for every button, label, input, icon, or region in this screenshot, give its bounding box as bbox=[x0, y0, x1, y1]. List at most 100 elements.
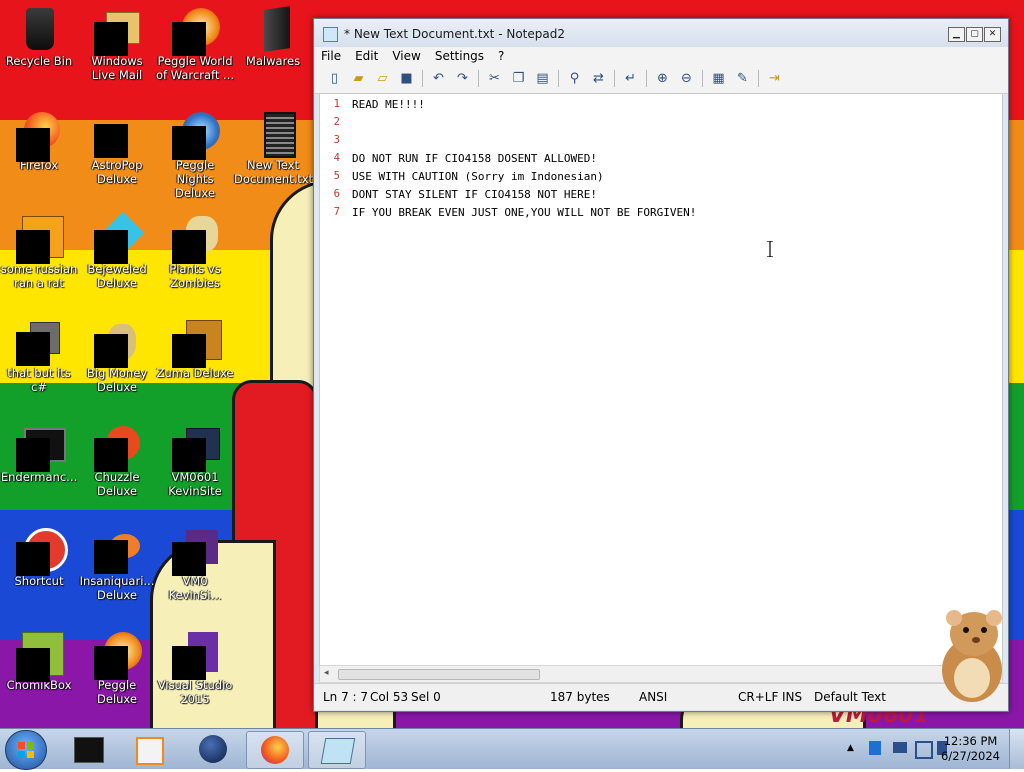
desktop-icon-insaniquarium[interactable]: Insaniquari... Deluxe bbox=[78, 526, 156, 602]
desktop-icon-visual-studio[interactable]: Visual Studio 2015 bbox=[156, 630, 234, 706]
bluetooth-icon[interactable] bbox=[869, 741, 881, 755]
horizontal-scrollbar[interactable]: ◂ bbox=[319, 665, 1003, 683]
taskbar-media-player[interactable] bbox=[120, 731, 176, 767]
desktop-icon-chomikbox[interactable]: ChomikBox bbox=[0, 630, 78, 692]
media-player-icon bbox=[136, 737, 164, 765]
desktop-icon-shortcut[interactable]: Shortcut bbox=[0, 526, 78, 588]
desktop-icon-label: that but its c# bbox=[7, 366, 71, 394]
close-icon[interactable]: ✕ bbox=[984, 27, 1001, 42]
scrollbar-thumb[interactable] bbox=[338, 669, 540, 680]
desktop-icon-label: Zuma Deluxe bbox=[156, 366, 234, 380]
cut-icon[interactable]: ✂ bbox=[486, 70, 503, 87]
maximize-icon[interactable]: ▢ bbox=[966, 27, 983, 42]
exit-icon[interactable]: ⇥ bbox=[766, 70, 783, 87]
toolbar-separator bbox=[614, 70, 615, 87]
open-icon[interactable]: ▰ bbox=[350, 70, 367, 87]
title-bar[interactable]: * New Text Document.txt - Notepad2 ▁ ▢ ✕ bbox=[314, 19, 1008, 47]
show-hidden-icons-icon[interactable]: ▲ bbox=[847, 743, 854, 753]
desktop-icon-vm0601-kevinsite[interactable]: VM0601 KevinSite bbox=[156, 422, 234, 498]
fish-icon bbox=[94, 526, 140, 574]
desktop-icon-malwares[interactable]: Malwares bbox=[234, 6, 312, 68]
peggle-icon bbox=[172, 6, 220, 56]
vm-icon bbox=[172, 422, 220, 472]
text-line: USE WITH CAUTION (Sorry im Indonesian) bbox=[352, 170, 604, 183]
menu-help[interactable]: ? bbox=[491, 47, 511, 65]
java-icon bbox=[16, 214, 64, 264]
money-bag-icon bbox=[94, 318, 140, 368]
shortcut-icon bbox=[16, 318, 62, 366]
line-number-gutter: 1 2 3 4 5 6 7 bbox=[320, 94, 344, 666]
notepad-icon bbox=[320, 738, 356, 764]
globe-icon bbox=[199, 735, 227, 763]
menu-edit[interactable]: Edit bbox=[348, 47, 385, 65]
browse-icon[interactable]: ▱ bbox=[374, 70, 391, 87]
desktop-icon-windows-live-mail[interactable]: Windows Live Mail bbox=[78, 6, 156, 82]
minimize-icon[interactable]: ▁ bbox=[948, 27, 965, 42]
desktop-icon-recycle-bin[interactable]: Recycle Bin bbox=[0, 6, 78, 68]
desktop-icon-firefox[interactable]: Firefox bbox=[0, 110, 78, 172]
desktop-icon-peggle-deluxe[interactable]: Peggle Deluxe bbox=[78, 630, 156, 706]
desktop-icon-label: some russian ran a rat bbox=[0, 262, 78, 290]
desktop-icon-peggle-wow[interactable]: Peggle World of Warcraft ... bbox=[156, 6, 234, 82]
status-encoding[interactable]: ANSI bbox=[639, 690, 667, 704]
scroll-left-icon[interactable]: ◂ bbox=[324, 668, 329, 678]
undo-icon[interactable]: ↶ bbox=[430, 70, 447, 87]
select-scheme-icon[interactable]: ▦ bbox=[710, 70, 727, 87]
line-number: 5 bbox=[333, 170, 340, 182]
mail-icon bbox=[94, 6, 140, 56]
network-icon[interactable] bbox=[915, 741, 933, 759]
desktop-icon-that-but-its-csharp[interactable]: that but its c# bbox=[0, 318, 78, 394]
customize-scheme-icon[interactable]: ✎ bbox=[734, 70, 751, 87]
desktop-icon-zuma[interactable]: Zuma Deluxe bbox=[156, 318, 234, 380]
desktop-icon-plants-vs-zombies[interactable]: Plants vs Zombies bbox=[156, 214, 234, 290]
desktop-icon-vm0-kevinsite[interactable]: VM0 KevinSi... bbox=[156, 526, 234, 602]
bejeweled-icon bbox=[94, 211, 145, 264]
desktop-icon-endermanch[interactable]: Endermanc... bbox=[0, 422, 78, 484]
zoom-out-icon[interactable]: ⊖ bbox=[678, 70, 695, 87]
desktop-icon-label: Peggle World of Warcraft ... bbox=[156, 54, 234, 82]
show-desktop-button[interactable] bbox=[1009, 729, 1024, 769]
word-wrap-icon[interactable]: ↵ bbox=[622, 70, 639, 87]
folder-icon bbox=[250, 6, 296, 52]
text-line: DONT STAY SILENT IF CIO4158 NOT HERE! bbox=[352, 188, 598, 201]
chomikbox-icon bbox=[16, 630, 64, 682]
status-insert-mode[interactable]: INS bbox=[782, 690, 802, 704]
desktop-icon-label: Recycle Bin bbox=[5, 54, 73, 68]
new-icon[interactable]: ▯ bbox=[326, 70, 343, 87]
status-file-size: 187 bytes bbox=[550, 690, 610, 704]
text-line: IF YOU BREAK EVEN JUST ONE,YOU WILL NOT … bbox=[352, 206, 697, 219]
clock[interactable]: 12:36 PM 6/27/2024 bbox=[941, 734, 1000, 764]
taskbar-notepad[interactable] bbox=[308, 731, 366, 769]
find-icon[interactable]: ⚲ bbox=[566, 70, 583, 87]
replace-icon[interactable]: ⇄ bbox=[590, 70, 607, 87]
taskbar-globe[interactable] bbox=[185, 731, 241, 767]
save-icon[interactable]: ■ bbox=[398, 70, 415, 87]
desktop-icon-some-russian[interactable]: some russian ran a rat bbox=[0, 214, 78, 290]
menu-view[interactable]: View bbox=[385, 47, 427, 65]
desktop-icon-peggle-nights[interactable]: Peggle Nights Deluxe bbox=[156, 110, 234, 200]
desktop-icon-bejeweled[interactable]: Bejeweled Deluxe bbox=[78, 211, 156, 290]
copy-icon[interactable]: ❐ bbox=[510, 70, 527, 87]
text-editor[interactable]: 1 2 3 4 5 6 7 READ ME!!!! DO NOT RUN IF … bbox=[319, 93, 1003, 667]
status-line-endings[interactable]: CR+LF bbox=[738, 690, 778, 704]
status-bar: Ln 7 : 7 Col 53 Sel 0 187 bytes ANSI CR+… bbox=[314, 683, 1008, 710]
status-scheme[interactable]: Default Text bbox=[814, 690, 886, 704]
status-column: Col 53 bbox=[370, 690, 409, 704]
start-button-icon[interactable] bbox=[5, 730, 47, 770]
toolbar-separator bbox=[758, 70, 759, 87]
menu-file[interactable]: File bbox=[314, 47, 348, 65]
line-number: 7 bbox=[333, 206, 340, 218]
taskbar-firefox[interactable] bbox=[246, 731, 304, 769]
line-number: 4 bbox=[333, 152, 340, 164]
taskbar-virtualbox[interactable] bbox=[60, 731, 116, 767]
zoom-in-icon[interactable]: ⊕ bbox=[654, 70, 671, 87]
menu-settings[interactable]: Settings bbox=[428, 47, 491, 65]
desktop-icon-chuzzle[interactable]: Chuzzle Deluxe bbox=[78, 422, 156, 498]
paste-icon[interactable]: ▤ bbox=[534, 70, 551, 87]
desktop-icon-big-money[interactable]: Big Money Deluxe bbox=[78, 318, 156, 394]
desktop-icon-new-text-document[interactable]: New Text Document.txt bbox=[234, 110, 313, 186]
redo-icon[interactable]: ↷ bbox=[454, 70, 471, 87]
desktop-icon-astropop[interactable]: AstroPop Deluxe bbox=[78, 110, 156, 186]
taskbar: ▲ 12:36 PM 6/27/2024 bbox=[0, 728, 1024, 770]
display-icon[interactable] bbox=[893, 742, 907, 753]
